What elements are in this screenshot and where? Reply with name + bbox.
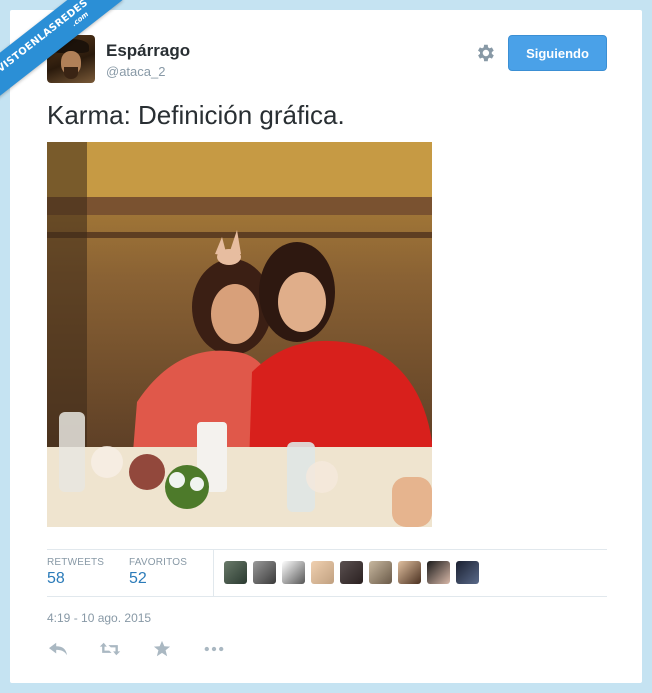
tweet-photo[interactable] [47,142,432,527]
favoriter-avatar[interactable] [253,561,276,584]
favoriter-avatar[interactable] [311,561,334,584]
favoriter-avatar[interactable] [340,561,363,584]
retweets-label: RETWEETS [47,557,105,568]
photo-illustration [47,142,432,527]
tweet-text: Karma: Definición gráfica. [47,100,345,130]
favoriter-avatar[interactable] [282,561,305,584]
favorites-label: FAVORITOS [129,557,188,568]
retweet-icon[interactable] [99,640,121,658]
favoriter-avatar[interactable] [398,561,421,584]
favoriter-avatar[interactable] [369,561,392,584]
more-icon[interactable] [203,640,225,658]
divider [47,549,607,550]
gear-icon[interactable] [474,42,496,64]
divider [47,596,607,597]
following-button[interactable]: Siguiendo [508,35,607,71]
reply-icon[interactable] [47,640,69,658]
tweet-timestamp[interactable]: 4:19 - 10 ago. 2015 [47,611,151,625]
favoriter-avatar[interactable] [224,561,247,584]
favorites-count[interactable]: 52 [129,570,147,588]
user-name[interactable]: Espárrago [106,41,190,61]
stats-separator [213,550,214,596]
retweets-count[interactable]: 58 [47,570,65,588]
favoriter-avatar[interactable] [456,561,479,584]
tweet-card: Espárrago @ataca_2 Siguiendo Karma: Defi… [10,10,642,683]
favorite-icon[interactable] [151,640,173,658]
user-handle[interactable]: @ataca_2 [106,64,165,79]
favoriter-avatar[interactable] [427,561,450,584]
